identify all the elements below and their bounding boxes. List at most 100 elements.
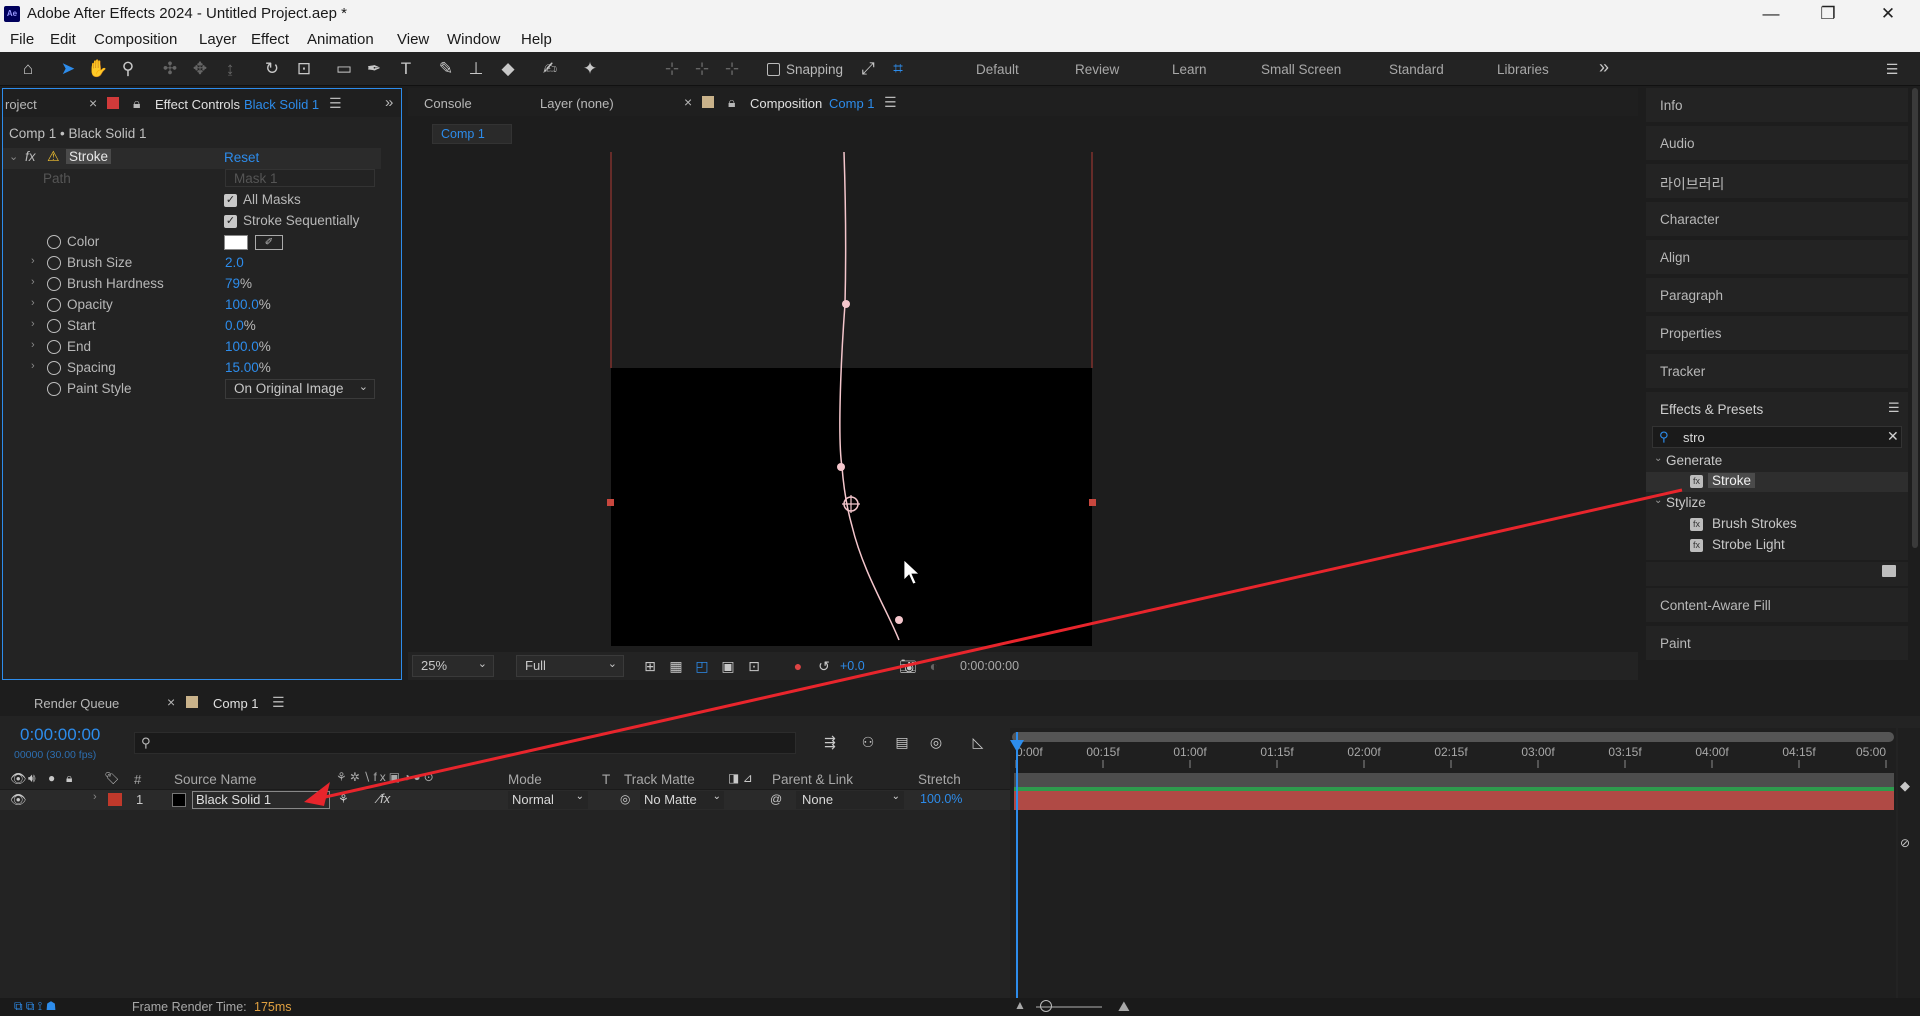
viewer-timecode[interactable]: 0:00:00:00 <box>960 659 1019 673</box>
panel-content-aware-fill[interactable]: Content-Aware Fill <box>1646 588 1908 624</box>
twirl-icon[interactable]: › <box>31 276 35 288</box>
axis-view-icon[interactable]: ⊹ <box>720 57 744 81</box>
column-source-name[interactable]: Source Name <box>174 772 257 787</box>
panel-menu-icon[interactable]: ☰ <box>329 95 342 112</box>
end-number[interactable]: 100.0 <box>225 339 259 354</box>
tab-composition-name[interactable]: Comp 1 <box>829 96 875 111</box>
tab-comp-timeline[interactable]: Comp 1 <box>213 696 259 711</box>
pen-tool-icon[interactable]: ✒ <box>362 57 386 81</box>
timeline-search-input[interactable]: ⚲ <box>134 732 796 754</box>
stopwatch-icon[interactable] <box>47 298 61 312</box>
show-snapshot-icon[interactable]: ◐ <box>922 654 946 678</box>
layer-handle-left[interactable] <box>607 499 614 506</box>
pan-camera-icon[interactable]: ✥ <box>188 57 212 81</box>
layer-handle-right[interactable] <box>1089 499 1096 506</box>
menu-composition[interactable]: Composition <box>94 31 177 48</box>
tree-item-brush-strokes[interactable]: Brush Strokes <box>1712 516 1797 531</box>
shy-switch-icon[interactable]: ⚘ <box>338 792 349 806</box>
panel-content-aware-fill-label[interactable]: Content-Aware Fill <box>1660 598 1771 613</box>
zoom-tool-icon[interactable]: ⚲ <box>116 57 140 81</box>
color-channels-icon[interactable]: ● <box>786 654 810 678</box>
brush-size-number[interactable]: 2.0 <box>225 255 244 270</box>
workspace-default[interactable]: Default <box>976 62 1019 77</box>
mask-vertex[interactable] <box>895 616 903 624</box>
opacity-number[interactable]: 100.0 <box>225 297 259 312</box>
brush-hardness-number[interactable]: 79 <box>225 276 240 291</box>
stretch-value[interactable]: 100.0% <box>920 792 962 806</box>
workspace-small-screen[interactable]: Small Screen <box>1261 62 1341 77</box>
eyedropper-icon[interactable]: ✐ <box>255 235 283 250</box>
hand-tool-icon[interactable]: ✋ <box>86 57 110 81</box>
panel-libraries-label[interactable]: 라이브러리 <box>1660 174 1724 194</box>
motion-blur-icon[interactable]: ◎ <box>924 730 948 754</box>
close-tab-icon[interactable]: × <box>684 94 692 110</box>
close-tab-icon[interactable]: × <box>89 95 97 111</box>
twirl-icon[interactable]: › <box>31 255 35 267</box>
stopwatch-icon[interactable] <box>47 319 61 333</box>
panel-tracker-label[interactable]: Tracker <box>1660 364 1705 379</box>
panel-libraries[interactable]: 라이브러리 <box>1646 164 1908 200</box>
tree-item-stroke-row[interactable]: fx Stroke <box>1646 472 1908 492</box>
composition-mini-flowchart-icon[interactable]: ⇶ <box>818 730 842 754</box>
snapping-checkbox[interactable] <box>767 63 780 76</box>
panel-align-label[interactable]: Align <box>1660 250 1690 265</box>
resolution-dropdown[interactable]: Full ⌄ <box>516 655 624 677</box>
color-swatch[interactable] <box>224 235 248 250</box>
stopwatch-icon[interactable] <box>47 382 61 396</box>
reset-button[interactable]: Reset <box>224 150 259 165</box>
start-number[interactable]: 0.0 <box>225 318 244 333</box>
search-value[interactable]: stro <box>1683 430 1705 445</box>
paint-style-dropdown[interactable]: On Original Image ⌄ <box>225 379 375 399</box>
current-time-display[interactable]: 0:00:00:00 <box>20 725 100 745</box>
selection-tool-icon[interactable]: ➤ <box>56 57 80 81</box>
work-area-bar[interactable] <box>1012 732 1894 742</box>
menu-view[interactable]: View <box>397 31 429 48</box>
twirl-open-icon[interactable]: ⌄ <box>9 150 18 163</box>
track-matte-icon[interactable]: ◎ <box>620 792 630 806</box>
stopwatch-icon[interactable] <box>47 277 61 291</box>
grid-guides-icon[interactable]: ⊡ <box>742 654 766 678</box>
region-of-interest-icon[interactable]: ▣ <box>716 654 740 678</box>
breadcrumb[interactable]: Comp 1 <box>432 124 512 144</box>
workspace-standard[interactable]: Standard <box>1389 62 1444 77</box>
workspace-menu-icon[interactable]: ☰ <box>1880 57 1904 81</box>
panel-paint-label[interactable]: Paint <box>1660 636 1691 651</box>
home-icon[interactable]: ⌂ <box>16 57 40 81</box>
effect-switch-icon[interactable]: ∕fx <box>378 791 390 806</box>
menu-edit[interactable]: Edit <box>50 31 76 48</box>
mask-vertex[interactable] <box>837 463 845 471</box>
effects-presets-title[interactable]: Effects & Presets <box>1660 402 1763 417</box>
track-matte-dropdown[interactable]: No Matte ⌄ <box>640 791 724 809</box>
panel-info-label[interactable]: Info <box>1660 98 1683 113</box>
rectangle-tool-icon[interactable]: ▭ <box>332 57 356 81</box>
menu-layer[interactable]: Layer <box>199 31 237 48</box>
tree-item-strobe-light[interactable]: Strobe Light <box>1712 537 1785 552</box>
tab-project[interactable]: roject <box>5 97 37 112</box>
panel-paint[interactable]: Paint <box>1646 626 1908 662</box>
snap-features-icon[interactable]: ⌗ <box>886 57 910 81</box>
panel-menu-icon[interactable]: ☰ <box>1888 400 1900 416</box>
new-preset-icon[interactable] <box>1882 565 1896 577</box>
axis-local-icon[interactable]: ⊹ <box>660 57 684 81</box>
shy-layers-icon[interactable]: ⚇ <box>856 730 880 754</box>
workspace-review[interactable]: Review <box>1075 62 1119 77</box>
frame-blending-icon[interactable]: ▤ <box>890 730 914 754</box>
marker-icon[interactable]: ◆ <box>1900 778 1910 794</box>
timeline-zoom-handle[interactable] <box>1040 1000 1052 1012</box>
tab-layer[interactable]: Layer (none) <box>540 96 614 111</box>
fast-previews-icon[interactable]: ⊞ <box>638 654 662 678</box>
lock-icon[interactable]: 🔒︎ <box>728 94 735 111</box>
type-tool-icon[interactable]: T <box>394 57 418 81</box>
menu-animation[interactable]: Animation <box>307 31 374 48</box>
stopwatch-icon[interactable] <box>47 361 61 375</box>
maximize-button[interactable]: ❐ <box>1800 2 1856 26</box>
right-panels-scrollbar[interactable] <box>1912 88 1918 548</box>
panel-character-label[interactable]: Character <box>1660 212 1719 227</box>
layer-name[interactable]: Black Solid 1 <box>192 791 330 809</box>
tree-group-stylize[interactable]: Stylize <box>1666 495 1706 510</box>
transparency-grid-icon[interactable]: ▦ <box>664 654 688 678</box>
spacing-number[interactable]: 15.00 <box>225 360 259 375</box>
start-value[interactable]: 0.0% <box>225 318 256 333</box>
clone-stamp-icon[interactable]: ⊥ <box>464 57 488 81</box>
opacity-value[interactable]: 100.0% <box>225 297 271 312</box>
